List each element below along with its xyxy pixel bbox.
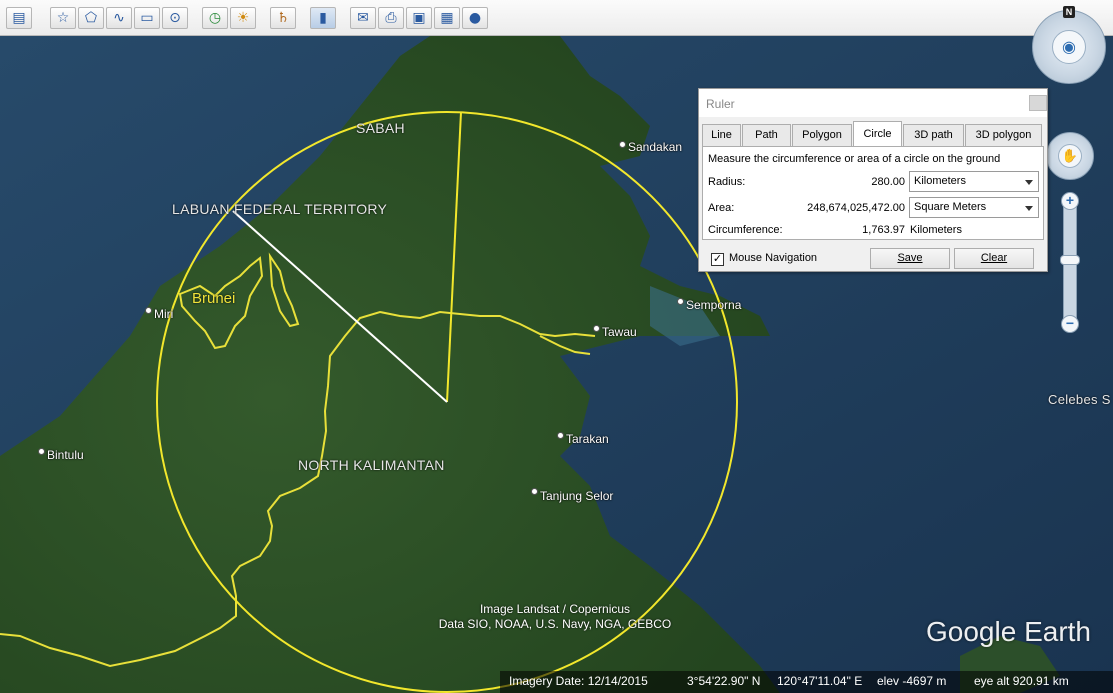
hand-icon[interactable]: ✋: [1058, 144, 1082, 168]
zoom-slider-thumb[interactable]: [1060, 255, 1080, 265]
mouse-navigation-checkbox[interactable]: ✓: [711, 253, 724, 266]
attribution-line: Image Landsat / Copernicus: [479, 602, 631, 616]
placemark-icon: ☆: [56, 10, 70, 26]
toolbar: ▤ ☆ ⬠ ∿ ▭ ⊙ ◷ ☀ ♄ ▮ ✉ ⎙ ▣ ▦ ●: [0, 0, 1113, 36]
place-dot[interactable]: [557, 432, 564, 439]
tab-path[interactable]: Path: [742, 124, 791, 146]
record-tour-icon: ⊙: [169, 10, 181, 26]
place-label-miri[interactable]: Miri: [154, 307, 173, 321]
area-label: Area:: [708, 202, 735, 214]
country-label-brunei: Brunei: [192, 290, 236, 307]
area-value: 248,674,025,472.00: [807, 202, 905, 214]
place-label-semporna[interactable]: Semporna: [686, 298, 741, 312]
place-dot[interactable]: [531, 488, 538, 495]
radius-value: 280.00: [871, 176, 905, 188]
area-unit-value: Square Meters: [914, 201, 987, 213]
add-path-button[interactable]: ∿: [106, 7, 132, 29]
ruler-dialog: Ruler Line Path Polygon Circle 3D path 3…: [698, 88, 1048, 272]
place-dot[interactable]: [145, 307, 152, 314]
radius-label: Radius:: [708, 176, 746, 188]
print-icon: ⎙: [385, 10, 397, 26]
tab-3d-polygon[interactable]: 3D polygon: [965, 124, 1042, 146]
status-bar: Imagery Date: 12/14/2015 3°54'22.90" N 1…: [500, 671, 1113, 693]
tab-3d-path[interactable]: 3D path: [903, 124, 964, 146]
clear-button-label: Clear: [980, 252, 1008, 264]
google-earth-logo: Google Earth: [926, 616, 1091, 647]
map-icon: ▦: [440, 10, 454, 26]
save-image-button[interactable]: ▣: [406, 7, 432, 29]
image-overlay-icon: ▭: [140, 10, 154, 26]
radius-unit-select[interactable]: Kilometers: [909, 171, 1039, 192]
place-label-tanjung-selor[interactable]: Tanjung Selor: [540, 489, 613, 503]
elevation-readout: elev -4697 m: [877, 674, 947, 688]
imagery-attribution: Image Landsat / Copernicus Data SIO, NOA…: [400, 602, 710, 632]
save-image-icon: ▣: [412, 10, 426, 26]
circumference-value: 1,763.97: [862, 224, 905, 236]
eye-icon[interactable]: ◉: [1052, 30, 1086, 64]
ruler-description: Measure the circumference or area of a c…: [708, 153, 1001, 165]
historical-imagery-button[interactable]: ◷: [202, 7, 228, 29]
ruler-title: Ruler: [706, 97, 735, 111]
zoom-out-button[interactable]: −: [1061, 315, 1079, 333]
place-label-sandakan[interactable]: Sandakan: [628, 140, 682, 154]
clear-button[interactable]: Clear: [954, 248, 1034, 269]
place-dot[interactable]: [677, 298, 684, 305]
print-button[interactable]: ⎙: [378, 7, 404, 29]
email-icon: ✉: [357, 10, 369, 26]
path-icon: ∿: [113, 10, 125, 26]
longitude-readout: 120°47'11.04" E: [777, 674, 863, 688]
tab-line[interactable]: Line: [702, 124, 741, 146]
ruler-panel: Measure the circumference or area of a c…: [702, 146, 1044, 240]
save-button[interactable]: Save: [870, 248, 950, 269]
sea-label-celebes: Celebes S: [1048, 392, 1111, 407]
close-icon[interactable]: [1029, 95, 1047, 111]
sign-in-button[interactable]: ●: [462, 7, 488, 29]
place-label-tarakan[interactable]: Tarakan: [566, 432, 609, 446]
area-unit-select[interactable]: Square Meters: [909, 197, 1039, 218]
globe-icon: ●: [468, 10, 482, 26]
chevron-down-icon: [1025, 180, 1033, 185]
add-image-overlay-button[interactable]: ▭: [134, 7, 160, 29]
polygon-icon: ⬠: [84, 10, 98, 26]
sidebar-toggle-button[interactable]: ▤: [6, 7, 32, 29]
view-in-maps-button[interactable]: ▦: [434, 7, 460, 29]
imagery-date: Imagery Date: 12/14/2015: [509, 674, 648, 688]
mouse-navigation-label[interactable]: Mouse Navigation: [729, 252, 817, 264]
place-label-bintulu[interactable]: Bintulu: [47, 448, 84, 462]
region-label-labuan: LABUAN FEDERAL TERRITORY: [172, 201, 388, 217]
north-indicator[interactable]: N: [1063, 6, 1075, 18]
record-tour-button[interactable]: ⊙: [162, 7, 188, 29]
ruler-title-bar[interactable]: Ruler: [699, 89, 1047, 117]
sunlight-button[interactable]: ☀: [230, 7, 256, 29]
circumference-unit: Kilometers: [910, 224, 962, 236]
attribution-line: Data SIO, NOAA, U.S. Navy, NGA, GEBCO: [438, 617, 672, 631]
email-button[interactable]: ✉: [350, 7, 376, 29]
ruler-icon: ▮: [319, 10, 327, 26]
place-dot[interactable]: [619, 141, 626, 148]
sun-icon: ☀: [236, 10, 250, 26]
circumference-label: Circumference:: [708, 224, 783, 236]
save-button-label: Save: [897, 252, 923, 264]
switch-planet-button[interactable]: ♄: [270, 7, 296, 29]
tab-circle[interactable]: Circle: [853, 121, 902, 147]
place-dot[interactable]: [38, 448, 45, 455]
region-label-sabah: SABAH: [356, 120, 405, 136]
sidebar-icon: ▤: [12, 10, 26, 26]
clock-icon: ◷: [208, 10, 222, 26]
tab-polygon[interactable]: Polygon: [792, 124, 852, 146]
chevron-down-icon: [1025, 206, 1033, 211]
place-label-tawau[interactable]: Tawau: [602, 325, 637, 339]
ruler-button[interactable]: ▮: [310, 7, 336, 29]
radius-unit-value: Kilometers: [914, 175, 966, 187]
planet-icon: ♄: [276, 10, 290, 26]
zoom-in-button[interactable]: +: [1061, 192, 1079, 210]
region-label-north-kalimantan: NORTH KALIMANTAN: [298, 457, 445, 473]
place-dot[interactable]: [593, 325, 600, 332]
latitude-readout: 3°54'22.90" N: [687, 674, 761, 688]
add-polygon-button[interactable]: ⬠: [78, 7, 104, 29]
eye-altitude-readout: eye alt 920.91 km: [974, 674, 1069, 688]
add-placemark-button[interactable]: ☆: [50, 7, 76, 29]
